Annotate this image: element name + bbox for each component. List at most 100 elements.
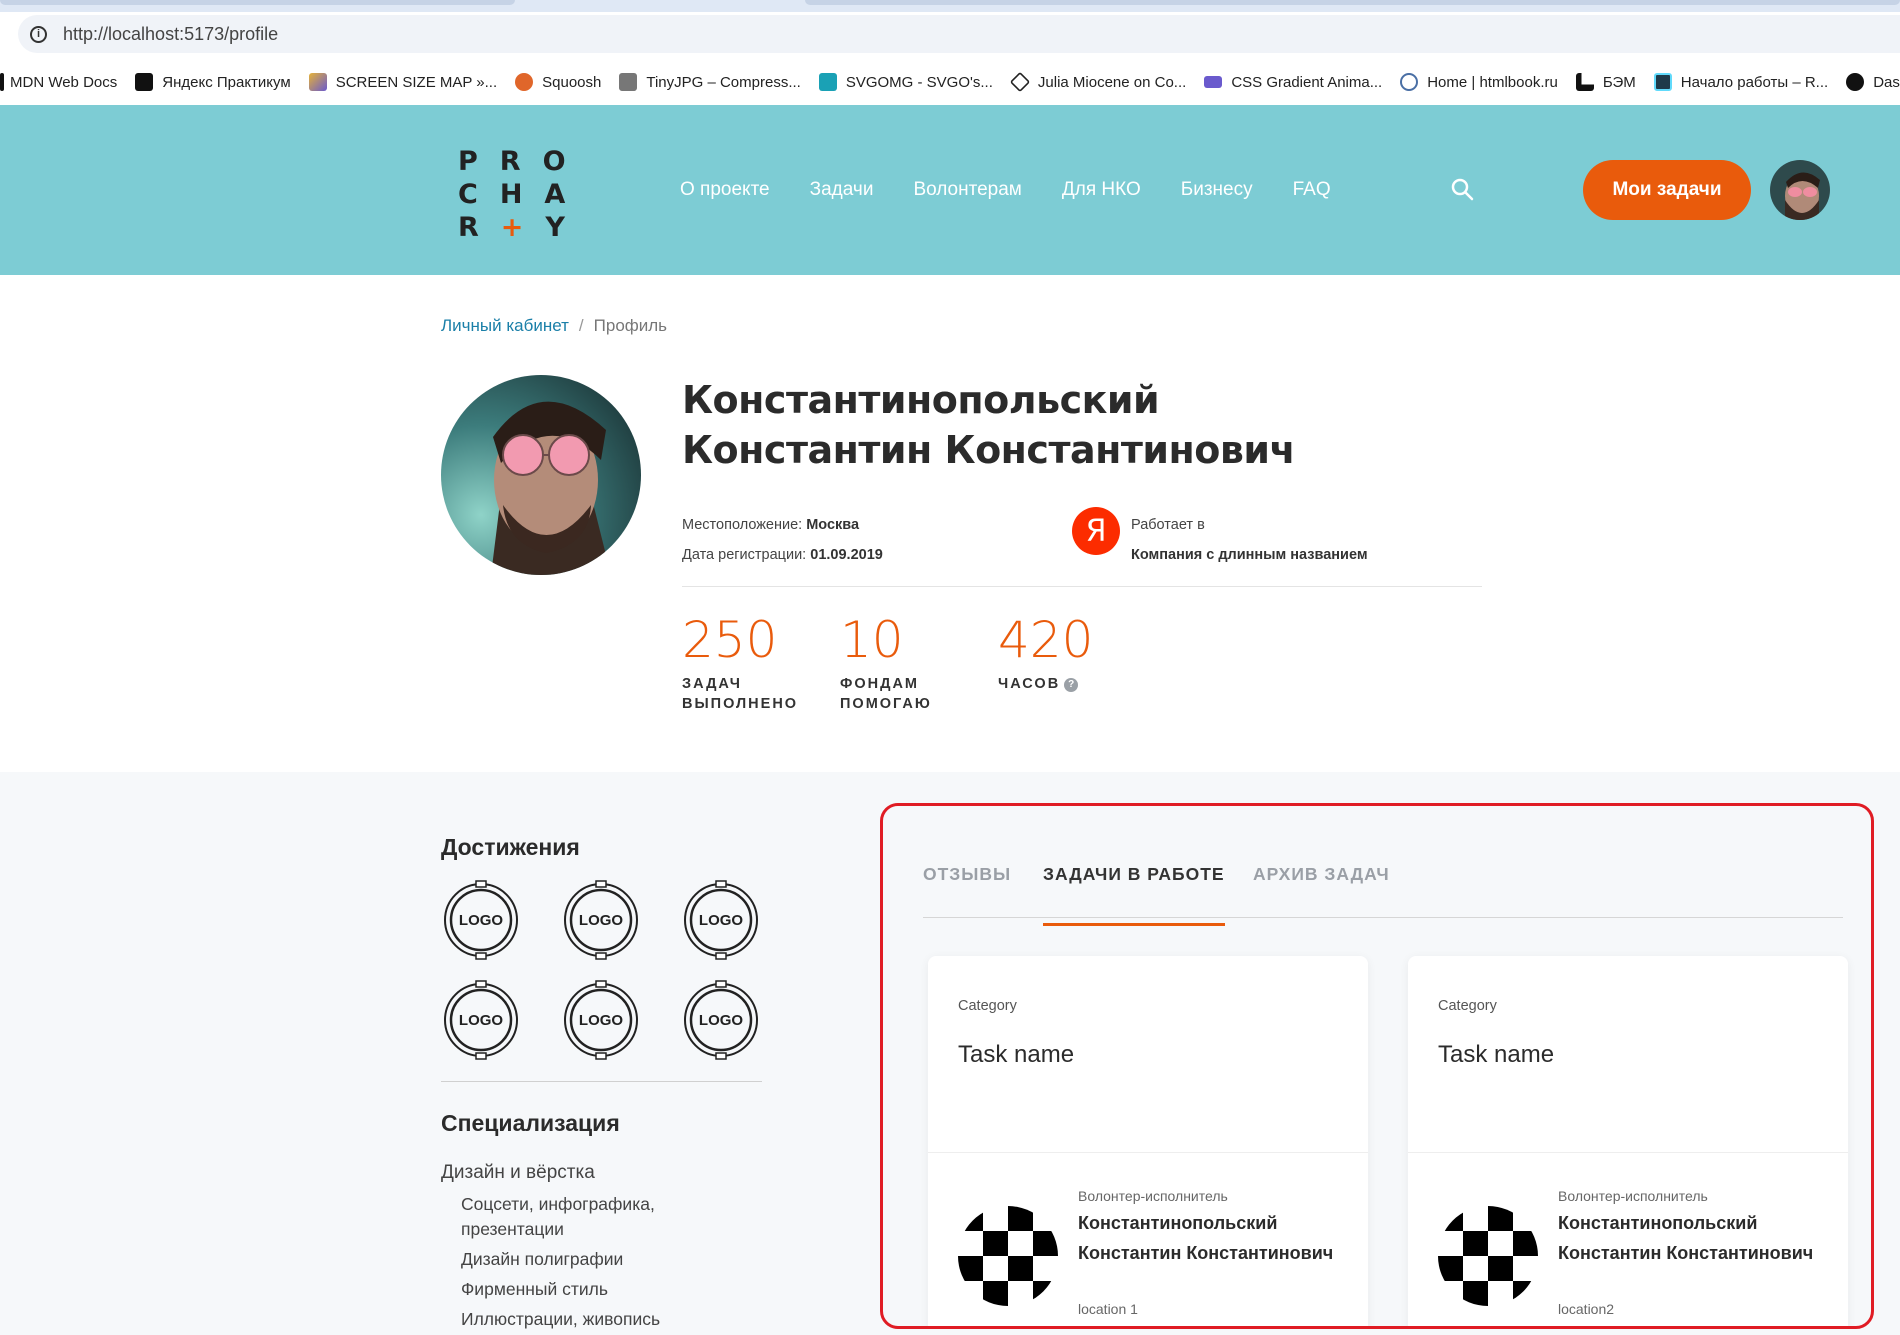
bookmark-css-gradient[interactable]: CSS Gradient Anima... xyxy=(1204,74,1382,91)
panda-favicon-icon xyxy=(619,73,638,91)
registered-value: 01.09.2019 xyxy=(810,547,883,563)
bookmark-label: Julia Miocene on Co... xyxy=(1037,73,1187,91)
bookmark-label: MDN Web Docs xyxy=(10,73,118,91)
specialization-item: Иллюстрации, живопись xyxy=(461,1309,661,1329)
css-gradient-favicon-icon xyxy=(1204,76,1223,88)
nav-faq[interactable]: FAQ xyxy=(1293,179,1331,201)
specialization-main: Дизайн и вёрстка xyxy=(441,1162,595,1183)
task-category: Category xyxy=(958,998,1017,1014)
volunteer-name[interactable]: Константинопольский Константин Константи… xyxy=(1558,1208,1818,1268)
yandex-practicum-favicon-icon xyxy=(135,73,154,91)
employer-info: Работает в Компания с длинным названием xyxy=(1131,510,1368,570)
achievement-badge-icon[interactable]: LOGO xyxy=(441,980,521,1060)
tab-tasks-in-progress[interactable]: ЗАДАЧИ В РАБОТЕ xyxy=(1043,864,1225,926)
yandex-logo-icon: Я xyxy=(1072,507,1120,555)
stat-hours: 420 ЧАСОВ? xyxy=(998,612,1118,714)
site-info-icon[interactable]: i xyxy=(30,25,47,43)
browser-tab-strip xyxy=(0,0,1900,12)
browser-tab-right[interactable] xyxy=(805,0,1900,5)
bookmark-react[interactable]: Начало работы – R... xyxy=(1653,73,1828,91)
volunteer-avatar-icon xyxy=(958,1206,1058,1306)
bookmark-dash[interactable]: Dash fo xyxy=(1846,73,1900,91)
bookmark-label: SCREEN SIZE MAP »... xyxy=(335,73,498,91)
browser-tab-left[interactable] xyxy=(0,0,515,5)
specialization-item: Фирменный стиль xyxy=(461,1279,608,1299)
bookmark-codepen[interactable]: Julia Miocene on Co... xyxy=(1009,71,1187,93)
user-avatar[interactable] xyxy=(1770,160,1830,220)
task-card[interactable]: Category Task name Волонтер-исполнитель … xyxy=(1408,956,1848,1326)
site-header: PRO CHA R+Y О проекте Задачи Волонтерам … xyxy=(0,105,1900,275)
profile-photo xyxy=(441,375,641,575)
bookmark-svgomg[interactable]: SVGOMG - SVGO's... xyxy=(818,73,993,91)
bookmark-screen-size-map[interactable]: SCREEN SIZE MAP »... xyxy=(308,73,498,91)
bookmark-label: Home | htmlbook.ru xyxy=(1427,73,1558,91)
logo-row-1: PRO xyxy=(458,146,588,177)
logo-row-3: R+Y xyxy=(458,211,565,244)
achievement-badge-icon[interactable]: LOGO xyxy=(681,980,761,1060)
nav-about[interactable]: О проекте xyxy=(680,179,770,201)
company-name: Компания с длинным названием xyxy=(1131,547,1368,563)
procharity-logo[interactable]: PRO CHA R+Y xyxy=(458,145,588,244)
specialization-item: Дизайн полиграфии xyxy=(461,1249,624,1269)
task-card[interactable]: Category Task name Волонтер-исполнитель … xyxy=(928,956,1368,1326)
breadcrumb-cabinet-link[interactable]: Личный кабинет xyxy=(441,316,569,336)
bookmark-bem[interactable]: БЭМ xyxy=(1575,73,1636,91)
nav-nko[interactable]: Для НКО xyxy=(1062,179,1141,201)
volunteer-location: location 1 xyxy=(1078,1301,1138,1317)
breadcrumb: Личный кабинет / Профиль xyxy=(441,316,667,336)
specialization-title: Специализация xyxy=(441,1110,620,1136)
url-field[interactable]: i http://localhost:5173/profile xyxy=(18,15,1900,53)
nav-tasks[interactable]: Задачи xyxy=(810,179,874,201)
logo-plus: + xyxy=(500,212,546,243)
bookmark-label: CSS Gradient Anima... xyxy=(1231,73,1383,91)
tasks-panel: ОТЗЫВЫ ЗАДАЧИ В РАБОТЕ АРХИВ ЗАДАЧ Categ… xyxy=(880,803,1874,1329)
bookmark-label: TinyJPG – Compress... xyxy=(646,73,801,91)
breadcrumb-separator: / xyxy=(578,316,584,335)
stat-funds-helped: 10 ФОНДАМ ПОМОГАЮ xyxy=(840,612,960,714)
search-icon[interactable] xyxy=(1450,177,1474,201)
mdn-favicon-icon xyxy=(0,73,4,91)
help-icon[interactable]: ? xyxy=(1064,678,1079,692)
main-nav: О проекте Задачи Волонтерам Для НКО Бизн… xyxy=(680,179,1371,201)
location-label: Местоположение: xyxy=(682,517,803,533)
bookmark-squoosh[interactable]: Squoosh xyxy=(515,73,601,91)
bookmarks-bar: MDN Web Docs Яндекс Практикум SCREEN SIZ… xyxy=(0,62,1900,102)
my-tasks-button[interactable]: Мои задачи xyxy=(1583,160,1751,220)
bookmark-yandex-practicum[interactable]: Яндекс Практикум xyxy=(135,73,291,91)
location-value: Москва xyxy=(806,517,860,533)
logo-row-2: CHA xyxy=(458,179,588,210)
tab-task-archive[interactable]: АРХИВ ЗАДАЧ xyxy=(1253,864,1390,885)
badge-text: LOGO xyxy=(579,912,623,929)
profile-stats: 250 ЗАДАЧ ВЫПОЛНЕНО 10 ФОНДАМ ПОМОГАЮ 42… xyxy=(682,612,1156,714)
achievement-badge-icon[interactable]: LOGO xyxy=(561,880,641,960)
nav-volunteers[interactable]: Волонтерам xyxy=(913,179,1021,201)
profile-meta: Местоположение: Москва Дата регистрации:… xyxy=(682,510,883,570)
bookmark-label: Squoosh xyxy=(542,73,602,91)
nav-business[interactable]: Бизнесу xyxy=(1181,179,1253,201)
bookmark-label: БЭМ xyxy=(1602,73,1636,91)
card-divider xyxy=(1408,1152,1848,1153)
tasks-tabs: ОТЗЫВЫ ЗАДАЧИ В РАБОТЕ АРХИВ ЗАДАЧ xyxy=(923,806,1843,926)
badge-text: LOGO xyxy=(459,912,503,929)
bookmark-tinyjpg[interactable]: TinyJPG – Compress... xyxy=(619,73,801,91)
volunteer-avatar-icon xyxy=(1438,1206,1538,1306)
breadcrumb-current: Профиль xyxy=(593,316,668,335)
achievement-badge-icon[interactable]: LOGO xyxy=(561,980,641,1060)
achievement-badge-icon[interactable]: LOGO xyxy=(441,880,521,960)
stat-label: ЧАСОВ? xyxy=(998,674,1118,694)
stat-value: 420 xyxy=(998,611,1094,669)
registered-row: Дата регистрации: 01.09.2019 xyxy=(682,540,883,570)
volunteer-name[interactable]: Константинопольский Константин Константи… xyxy=(1078,1208,1338,1268)
bookmark-mdn[interactable]: MDN Web Docs xyxy=(0,73,117,91)
achievement-badge-icon[interactable]: LOGO xyxy=(681,880,761,960)
stat-value: 250 xyxy=(682,611,778,669)
tab-label: ЗАДАЧИ В РАБОТЕ xyxy=(1043,864,1225,884)
badge-text: LOGO xyxy=(699,1012,743,1029)
browser-address-bar: i http://localhost:5173/profile xyxy=(0,12,1900,56)
bookmark-htmlbook[interactable]: Home | htmlbook.ru xyxy=(1400,73,1558,91)
achievements-title: Достижения xyxy=(441,834,580,860)
squoosh-favicon-icon xyxy=(515,73,534,91)
tab-reviews[interactable]: ОТЗЫВЫ xyxy=(923,864,1011,885)
active-tab-underline xyxy=(1043,923,1225,926)
react-favicon-icon xyxy=(1653,73,1672,91)
